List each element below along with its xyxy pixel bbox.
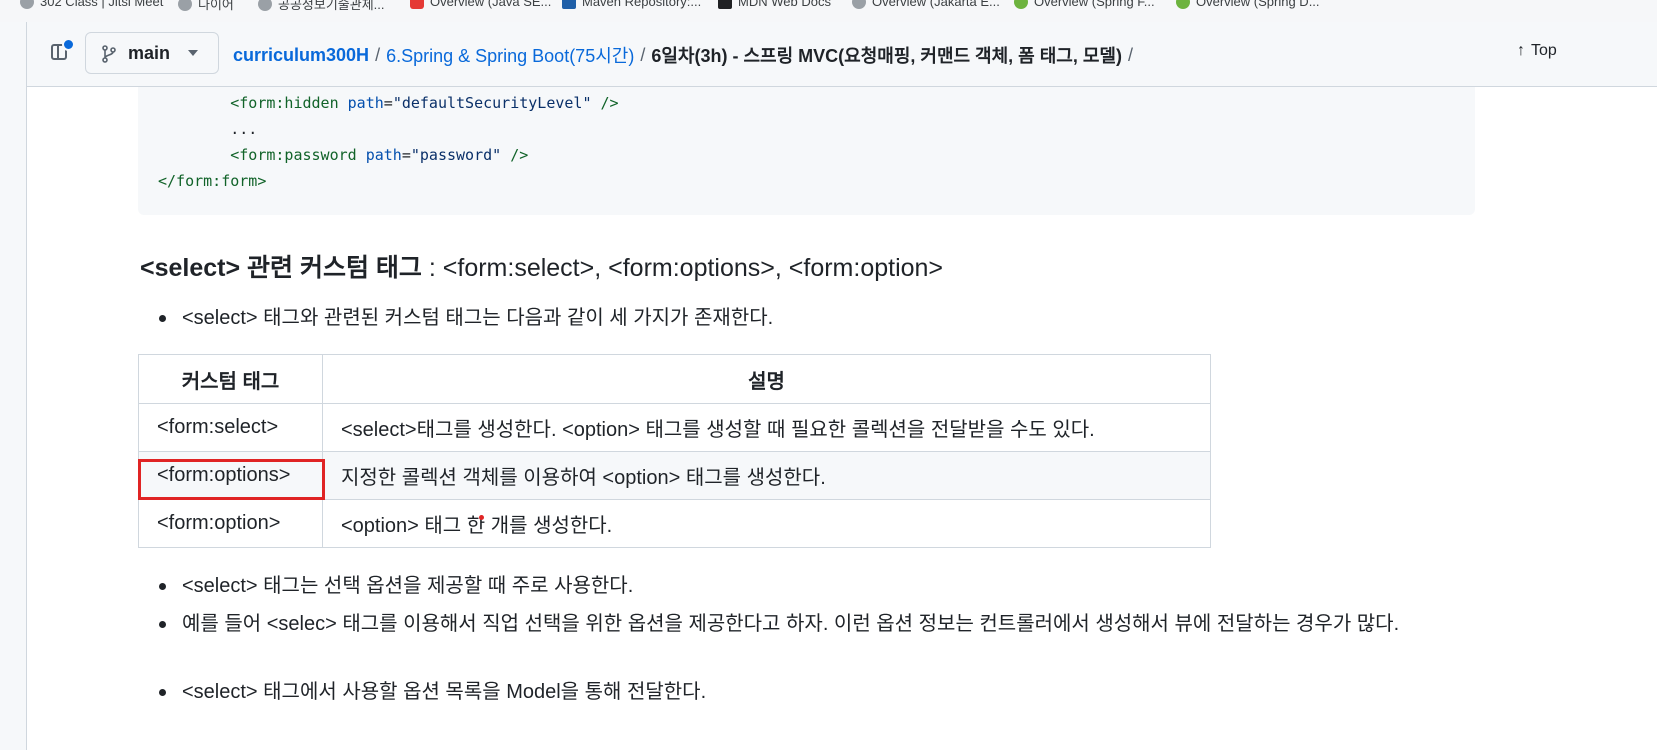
- globe-icon: [178, 0, 192, 11]
- list-item: 예를 들어 <selec> 태그를 이용해서 직업 선택을 위한 옵션을 제공한…: [159, 608, 1472, 640]
- list-item: <select> 태그에서 사용할 옵션 목록을 Model을 통해 전달한다.: [158, 676, 706, 708]
- table-cell: 지정한 콜렉션 객체를 이용하여 <option> 태그를 생성한다.: [322, 451, 1211, 500]
- java-icon: [410, 0, 424, 9]
- table-row: <form:select> <select>태그를 생성한다. <option>…: [138, 403, 1211, 452]
- list-item: <select> 태그와 관련된 커스텀 태그는 다음과 같이 세 가지가 존재…: [158, 302, 773, 334]
- sidebar-toggle-button[interactable]: [43, 36, 75, 68]
- table-cell: <select>태그를 생성한다. <option> 태그를 생성할 때 필요한…: [322, 403, 1211, 452]
- globe-icon: [258, 0, 272, 11]
- bookmark-item[interactable]: 302 Class | Jitsi Meet: [20, 0, 163, 9]
- table-cell: <form:select>: [138, 403, 323, 452]
- table-header-row: 커스텀 태그 설명: [138, 354, 1211, 404]
- bookmark-item[interactable]: Overview (Spring F...: [1014, 0, 1155, 9]
- table-header-cell: 설명: [322, 354, 1211, 404]
- breadcrumb-separator: /: [640, 44, 646, 65]
- top-label: Top: [1531, 42, 1557, 59]
- table-row: <form:option> <option> 태그 한 개를 생성한다.: [138, 499, 1211, 548]
- code-line: <form:hidden path="defaultSecurityLevel"…: [230, 94, 619, 112]
- globe-icon: [20, 0, 34, 9]
- bookmarks-bar: 302 Class | Jitsi Meet 다이어 공공정보기술관제... O…: [0, 0, 1657, 22]
- table-row: <form:options> 지정한 콜렉션 객체를 이용하여 <option>…: [138, 451, 1211, 500]
- branch-name: main: [128, 42, 171, 63]
- bookmark-item[interactable]: Overview (Java SE...: [410, 0, 551, 9]
- window-left-edge: [0, 22, 27, 750]
- file-header: main curriculum300H / 6.Spring & Spring …: [27, 22, 1657, 87]
- table-cell: <form:options>: [138, 451, 323, 500]
- table-cell: <form:option>: [138, 499, 323, 548]
- git-branch-icon: [102, 45, 116, 63]
- spring-icon: [1176, 0, 1190, 9]
- bookmark-item[interactable]: 다이어: [178, 0, 234, 13]
- mdn-icon: [718, 0, 732, 9]
- spring-icon: [1014, 0, 1028, 9]
- bookmark-item[interactable]: 공공정보기술관제...: [258, 0, 385, 13]
- bookmark-item[interactable]: Overview (Jakarta E...: [852, 0, 1000, 9]
- bookmark-item[interactable]: MDN Web Docs: [718, 0, 831, 9]
- table-header-cell: 커스텀 태그: [138, 354, 323, 404]
- bookmark-item[interactable]: Overview (Spring D...: [1176, 0, 1320, 9]
- top-button[interactable]: ↑ Top: [1517, 42, 1557, 60]
- table-cell: <option> 태그 한 개를 생성한다.: [322, 499, 1211, 548]
- breadcrumb-current-file: 6일차(3h) - 스프링 MVC(요청매핑, 커맨드 객체, 폼 태그, 모델…: [651, 46, 1122, 66]
- breadcrumb-separator: /: [1127, 44, 1133, 65]
- code-block: <form:hidden path="defaultSecurityLevel"…: [138, 87, 1475, 215]
- breadcrumb-repo-link[interactable]: curriculum300H: [233, 45, 369, 66]
- breadcrumb-folder-link[interactable]: 6.Spring & Spring Boot(75시간): [386, 42, 634, 68]
- arrow-up-icon: ↑: [1517, 42, 1525, 59]
- breadcrumb: curriculum300H / 6.Spring & Spring Boot(…: [233, 42, 1139, 68]
- globe-icon: [852, 0, 866, 9]
- branch-selector-button[interactable]: main: [85, 32, 219, 74]
- code-line: <form:password path="password" />: [230, 146, 529, 164]
- list-item: <select> 태그는 선택 옵션을 제공할 때 주로 사용한다.: [158, 570, 633, 602]
- bookmark-item[interactable]: Maven Repository:...: [562, 0, 701, 9]
- code-line: ...: [230, 120, 258, 138]
- code-line: </form:form>: [158, 172, 267, 190]
- maven-icon: [562, 0, 576, 9]
- section-heading: <select> 관련 커스텀 태그 : <form:select>, <for…: [140, 254, 944, 282]
- breadcrumb-separator: /: [375, 44, 381, 65]
- annotation-dot: [479, 515, 484, 520]
- notification-dot: [62, 38, 75, 51]
- custom-tag-table: 커스텀 태그 설명 <form:select> <select>태그를 생성한다…: [138, 354, 1211, 548]
- chevron-down-icon: [188, 50, 199, 56]
